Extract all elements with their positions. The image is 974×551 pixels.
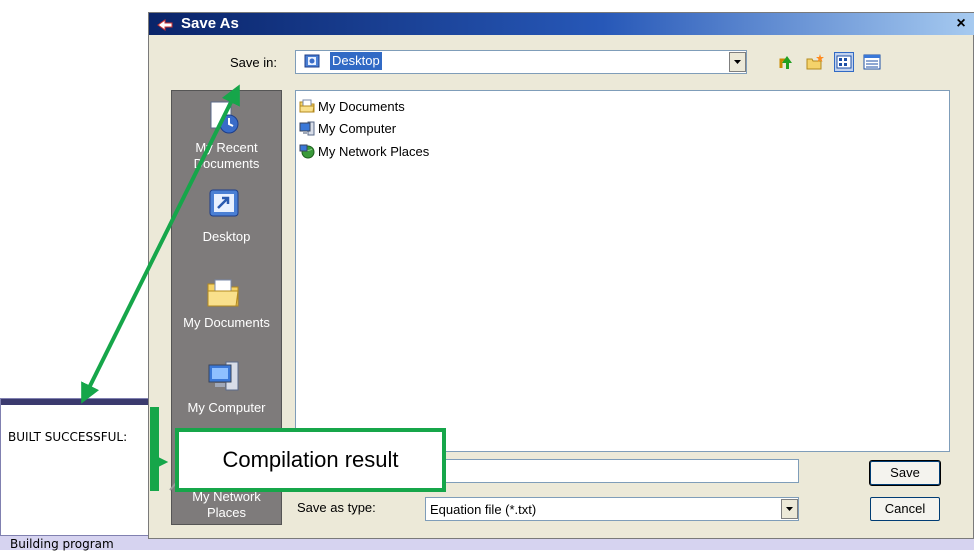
brace-icon (150, 407, 169, 491)
annotation-overlay (81, 84, 240, 491)
double-arrow (81, 84, 240, 404)
callout-text: Compilation result (222, 447, 399, 472)
